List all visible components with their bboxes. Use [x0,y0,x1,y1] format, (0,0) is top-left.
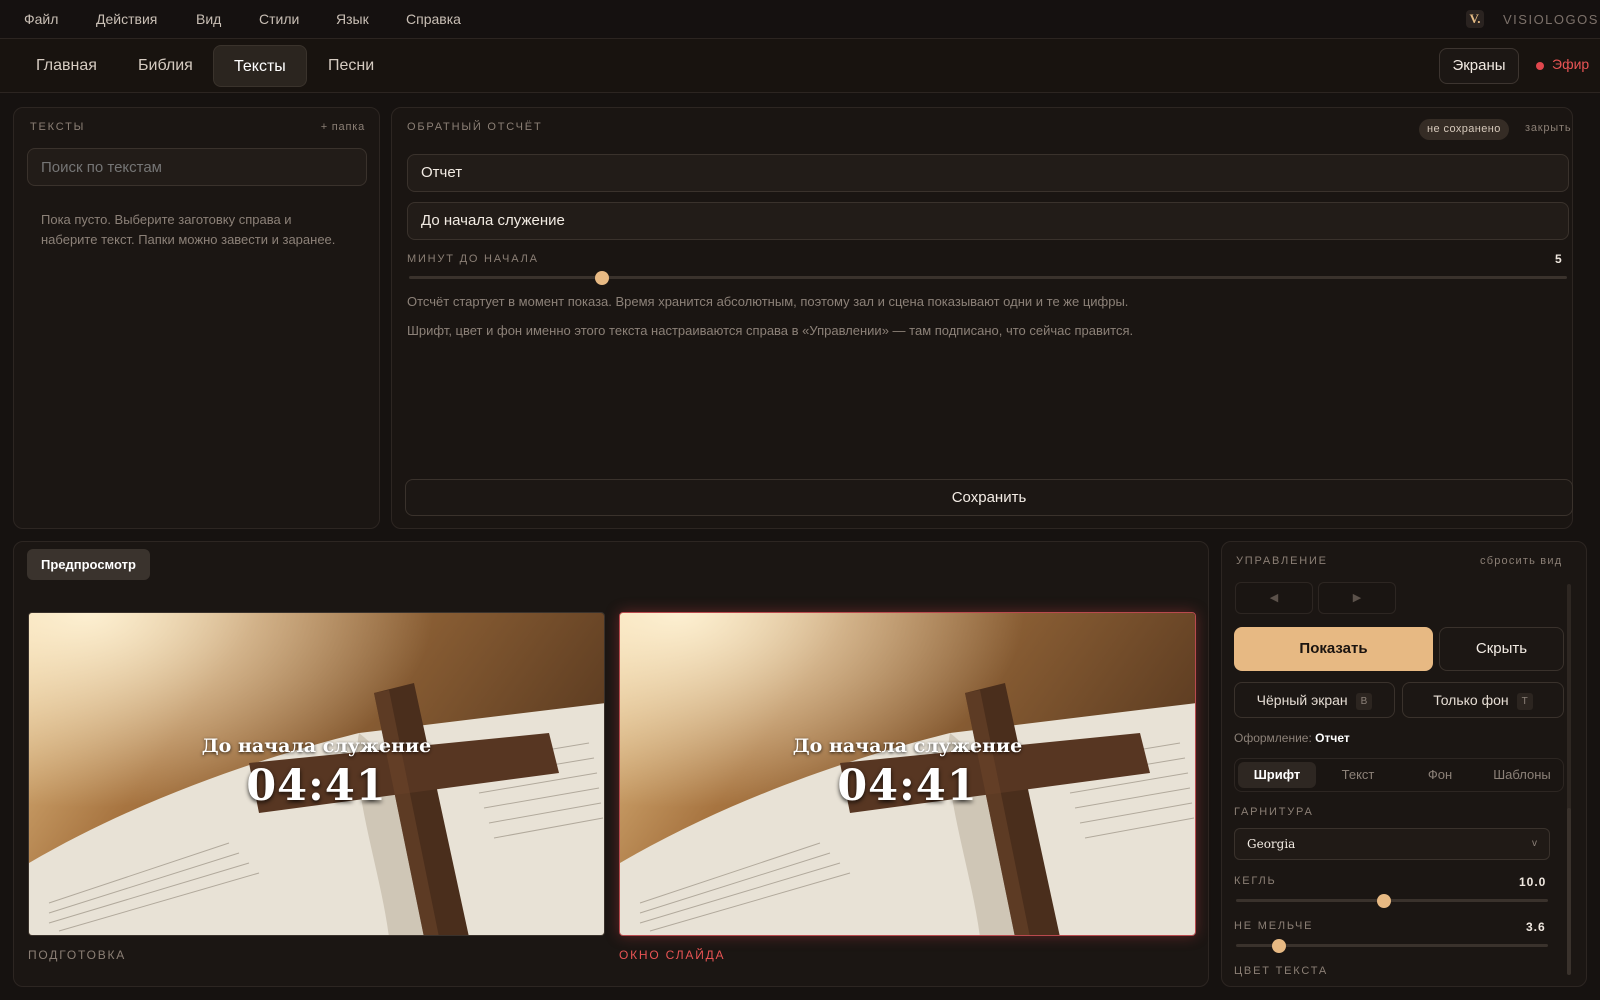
prev-icon: ◀ [1269,592,1279,604]
minutes-label: МИНУТ ДО НАЧАЛА [407,253,539,265]
status-badge: не сохранено [1419,119,1509,140]
add-folder-button[interactable]: + папка [321,121,365,133]
prep-slide-countdown: 04:41 [246,761,387,811]
prep-slide-title: До начала служение [201,735,432,757]
live-slide-frame[interactable]: До начала служение 04:41 [619,612,1196,936]
tab-home[interactable]: Главная [16,45,117,87]
font-family-select[interactable]: Georgia v [1234,828,1550,860]
prep-caption: ПОДГОТОВКА [28,948,127,962]
menu-file[interactable]: Файл [24,11,58,27]
black-screen-button[interactable]: Чёрный экран B [1234,682,1395,718]
font-family-value: Georgia [1247,837,1296,851]
editor-hint-timing: Отсчёт стартует в момент показа. Время х… [407,294,1129,309]
tab-bible[interactable]: Библия [118,45,213,87]
tab-texts[interactable]: Тексты [213,45,307,87]
min-size-slider-handle[interactable] [1271,938,1286,953]
menu-help[interactable]: Справка [406,11,461,27]
live-slide-title: До начала служение [792,735,1023,757]
styling-target-row: Оформление: Отчет [1234,731,1350,745]
editor-title: ОБРАТНЫЙ ОТСЧЁТ [407,121,543,133]
control-scrollbar-thumb[interactable] [1567,808,1571,975]
style-tab-text[interactable]: Текст [1319,762,1397,788]
app-logo-icon: V. [1466,10,1484,28]
black-screen-shortcut: B [1355,692,1373,710]
min-size-label: НЕ МЕЛЬЧЕ [1234,920,1314,932]
minutes-slider[interactable] [409,270,1567,285]
live-slide-countdown: 04:41 [837,761,978,811]
font-size-label: КЕГЛЬ [1234,875,1277,887]
countdown-name-input[interactable]: Отчет [407,154,1569,192]
menu-bar: Файл Действия Вид Стили Язык Справка V. … [0,0,1600,39]
chevron-down-icon: v [1532,838,1537,849]
reset-view-button[interactable]: сбросить вид [1480,555,1562,567]
close-editor-button[interactable]: закрыть [1525,122,1571,134]
control-title: УПРАВЛЕНИЕ [1236,555,1328,567]
live-button[interactable]: Эфир [1552,56,1589,72]
menu-view[interactable]: Вид [196,11,221,27]
style-tab-background[interactable]: Фон [1401,762,1479,788]
prep-preview-frame[interactable]: До начала служение 04:41 [28,612,605,936]
font-size-slider-handle[interactable] [1376,893,1391,908]
menu-actions[interactable]: Действия [96,11,157,27]
prev-slide-button[interactable]: ◀ [1235,582,1313,614]
live-caption: ОКНО СЛАЙДА [619,948,726,962]
style-tabs: Шрифт Текст Фон Шаблоны [1234,758,1564,792]
next-slide-button[interactable]: ▶ [1318,582,1396,614]
font-size-value: 10.0 [1519,875,1547,889]
font-size-slider[interactable] [1236,893,1548,908]
font-family-label: ГАРНИТУРА [1234,806,1314,818]
texts-panel: ТЕКСТЫ + папка Пока пусто. Выберите заго… [13,107,380,529]
minutes-slider-handle[interactable] [594,270,609,285]
black-screen-label: Чёрный экран [1256,692,1348,708]
background-only-shortcut: T [1516,692,1533,710]
next-icon: ▶ [1352,592,1362,604]
texts-panel-title: ТЕКСТЫ [30,121,86,133]
tab-songs[interactable]: Песни [308,45,394,87]
preview-tab[interactable]: Предпросмотр [27,549,150,580]
menu-language[interactable]: Язык [336,11,369,27]
styling-target-name: Отчет [1315,731,1350,745]
menu-styles[interactable]: Стили [259,11,299,27]
background-only-label: Только фон [1433,692,1509,708]
style-tab-font[interactable]: Шрифт [1238,762,1316,788]
show-button[interactable]: Показать [1234,627,1433,671]
countdown-caption-input[interactable]: До начала служение [407,202,1569,240]
live-indicator-icon [1536,62,1544,70]
main-navigation: Главная Библия Тексты Песни Экраны Эфир [0,39,1600,93]
style-tab-templates[interactable]: Шаблоны [1483,762,1561,788]
text-color-label: ЦВЕТ ТЕКСТА [1234,965,1328,977]
save-button[interactable]: Сохранить [405,479,1573,516]
background-only-button[interactable]: Только фон T [1402,682,1564,718]
texts-empty-message: Пока пусто. Выберите заготовку справа и … [41,212,336,247]
brand-name: VISIOLOGOS [1503,12,1599,27]
min-size-slider[interactable] [1236,938,1548,953]
hide-button[interactable]: Скрыть [1439,627,1564,671]
minutes-value: 5 [1555,252,1563,266]
screens-button[interactable]: Экраны [1439,48,1519,84]
editor-hint-styling: Шрифт, цвет и фон именно этого текста на… [407,323,1134,338]
min-size-value: 3.6 [1526,920,1546,934]
texts-search-input[interactable] [27,148,367,186]
styling-prefix: Оформление: [1234,731,1312,745]
